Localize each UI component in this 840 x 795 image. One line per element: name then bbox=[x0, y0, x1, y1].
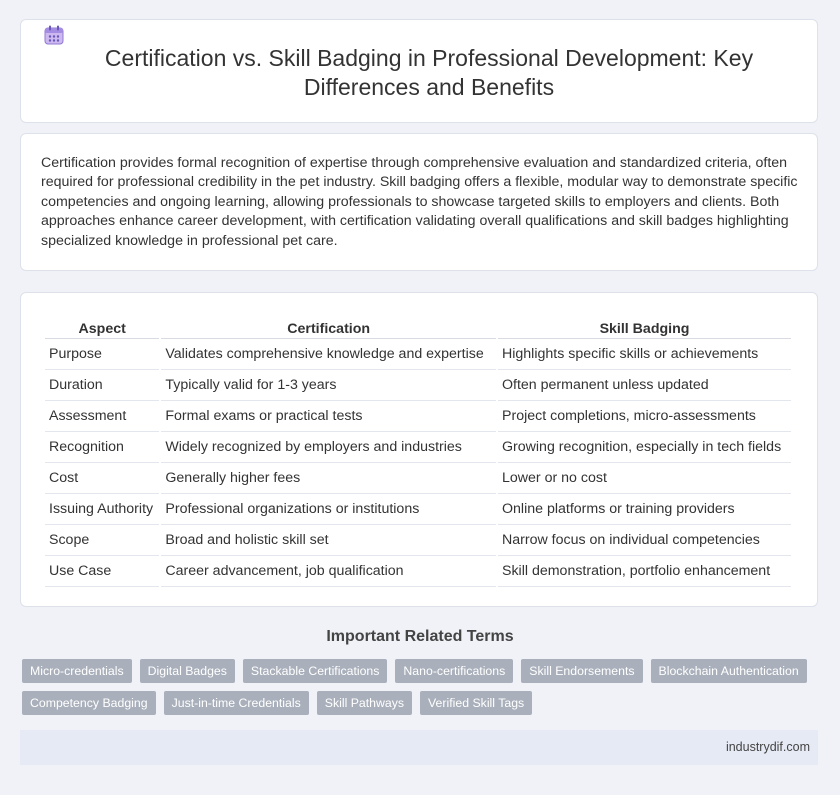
table-row: Scope Broad and holistic skill set Narro… bbox=[45, 525, 791, 556]
term-tag[interactable]: Skill Pathways bbox=[316, 691, 413, 715]
table-row: Issuing Authority Professional organizat… bbox=[45, 494, 791, 525]
term-tag[interactable]: Verified Skill Tags bbox=[420, 691, 533, 715]
table-row: Purpose Validates comprehensive knowledg… bbox=[45, 339, 791, 370]
term-tag[interactable]: Nano-certifications bbox=[395, 659, 514, 683]
table-row: Recognition Widely recognized by employe… bbox=[45, 432, 791, 463]
related-terms-heading: Important Related Terms bbox=[326, 628, 514, 645]
table-row: Duration Typically valid for 1-3 years O… bbox=[45, 370, 791, 401]
related-terms-list: Micro-credentials Digital Badges Stackab… bbox=[22, 659, 812, 715]
row-certification: Widely recognized by employers and indus… bbox=[161, 432, 496, 463]
row-certification: Generally higher fees bbox=[161, 463, 496, 494]
table-row: Assessment Formal exams or practical tes… bbox=[45, 401, 791, 432]
header-skill-badging: Skill Badging bbox=[498, 315, 791, 339]
table-row: Cost Generally higher fees Lower or no c… bbox=[45, 463, 791, 494]
row-aspect: Duration bbox=[45, 370, 160, 401]
header-certification: Certification bbox=[161, 315, 496, 339]
row-certification: Validates comprehensive knowledge and ex… bbox=[161, 339, 496, 370]
row-aspect: Assessment bbox=[45, 401, 160, 432]
row-aspect: Use Case bbox=[45, 556, 160, 587]
footer-bar: industrydif.com bbox=[20, 730, 818, 765]
comparison-table: Aspect Certification Skill Badging Purpo… bbox=[43, 315, 793, 587]
row-skill-badging: Growing recognition, especially in tech … bbox=[498, 432, 791, 463]
header-aspect: Aspect bbox=[45, 315, 160, 339]
row-skill-badging: Lower or no cost bbox=[498, 463, 791, 494]
footer-site-link[interactable]: industrydif.com bbox=[726, 740, 810, 754]
term-tag[interactable]: Stackable Certifications bbox=[242, 659, 388, 683]
row-skill-badging: Project completions, micro-assessments bbox=[498, 401, 791, 432]
intro-card: Certification provides formal recognitio… bbox=[20, 133, 818, 271]
page-title: Certification vs. Skill Badging in Profe… bbox=[104, 45, 754, 100]
row-certification: Formal exams or practical tests bbox=[161, 401, 496, 432]
intro-paragraph: Certification provides formal recognitio… bbox=[41, 155, 798, 249]
row-skill-badging: Narrow focus on individual competencies bbox=[498, 525, 791, 556]
term-tag[interactable]: Skill Endorsements bbox=[521, 659, 643, 683]
title-card: Certification vs. Skill Badging in Profe… bbox=[20, 19, 818, 123]
row-skill-badging: Often permanent unless updated bbox=[498, 370, 791, 401]
row-aspect: Cost bbox=[45, 463, 160, 494]
table-row: Use Case Career advancement, job qualifi… bbox=[45, 556, 791, 587]
term-tag[interactable]: Digital Badges bbox=[139, 659, 235, 683]
table-header-row: Aspect Certification Skill Badging bbox=[45, 315, 791, 339]
row-certification: Career advancement, job qualification bbox=[161, 556, 496, 587]
row-aspect: Recognition bbox=[45, 432, 160, 463]
term-tag[interactable]: Blockchain Authentication bbox=[650, 659, 807, 683]
row-certification: Typically valid for 1-3 years bbox=[161, 370, 496, 401]
row-aspect: Purpose bbox=[45, 339, 160, 370]
row-skill-badging: Online platforms or training providers bbox=[498, 494, 791, 525]
term-tag[interactable]: Just-in-time Credentials bbox=[163, 691, 309, 715]
row-skill-badging: Highlights specific skills or achievemen… bbox=[498, 339, 791, 370]
term-tag[interactable]: Micro-credentials bbox=[22, 659, 132, 683]
row-skill-badging: Skill demonstration, portfolio enhanceme… bbox=[498, 556, 791, 587]
row-certification: Professional organizations or institutio… bbox=[161, 494, 496, 525]
row-aspect: Scope bbox=[45, 525, 160, 556]
comparison-table-card: Aspect Certification Skill Badging Purpo… bbox=[20, 292, 818, 607]
term-tag[interactable]: Competency Badging bbox=[22, 691, 156, 715]
row-certification: Broad and holistic skill set bbox=[161, 525, 496, 556]
calendar-icon bbox=[44, 25, 64, 45]
row-aspect: Issuing Authority bbox=[45, 494, 160, 525]
